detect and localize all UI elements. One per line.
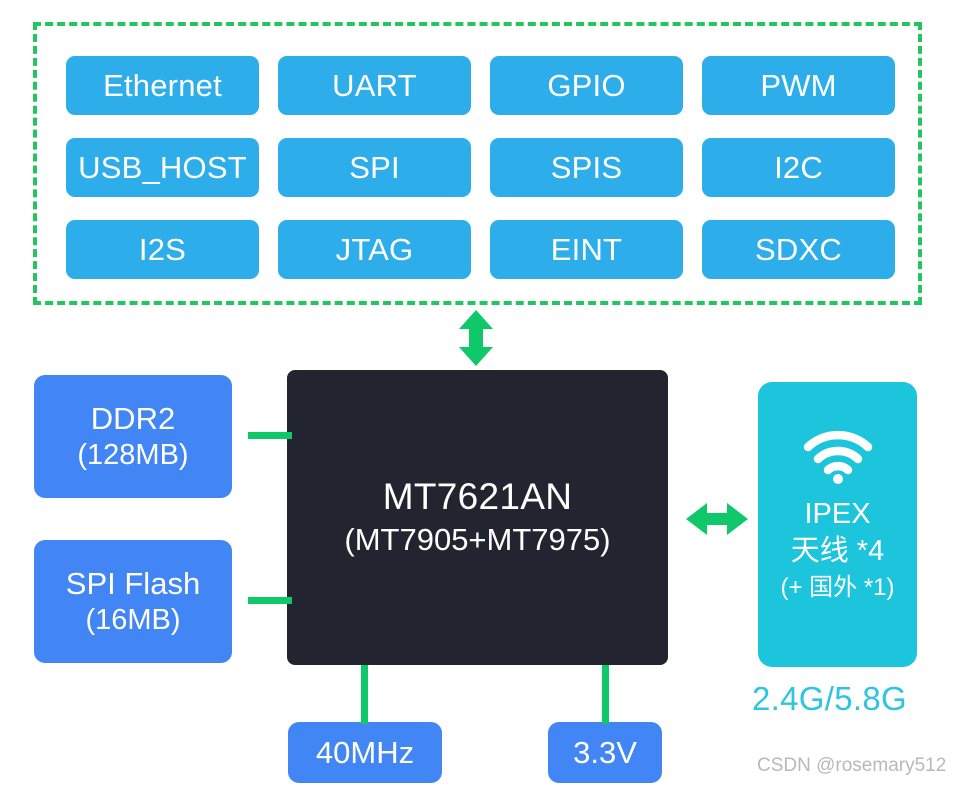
peripheral-label: EINT: [550, 231, 623, 267]
ddr2-block[interactable]: DDR2 (128MB): [34, 375, 232, 498]
peripheral-spis[interactable]: SPIS: [490, 138, 683, 197]
peripheral-label: PWM: [760, 67, 837, 103]
wifi-band-label: 2.4G/5.8G: [752, 680, 907, 717]
peripheral-gpio[interactable]: GPIO: [490, 56, 683, 115]
ddr2-name: DDR2: [90, 400, 176, 436]
connector-spi-flash-to-soc: [248, 597, 292, 604]
clock-value: 40MHz: [315, 734, 415, 770]
peripheral-uart[interactable]: UART: [278, 56, 471, 115]
peripheral-label: SPIS: [550, 149, 623, 185]
peripheral-i2c[interactable]: I2C: [702, 138, 895, 197]
ipex-antenna-note: (+ 国外 *1): [780, 574, 895, 602]
ipex-title: IPEX: [804, 498, 871, 530]
peripheral-grid: Ethernet UART GPIO PWM USB_HOST SPI SPIS…: [66, 56, 897, 279]
spi-flash-size: (16MB): [85, 603, 181, 636]
peripheral-label: SPI: [349, 149, 400, 185]
connector-soc-to-voltage: [602, 665, 609, 724]
watermark: CSDN @rosemary512: [757, 755, 947, 776]
bidirectional-vertical-arrow-icon: [459, 310, 493, 366]
wifi-icon: [803, 430, 872, 484]
peripheral-spi[interactable]: SPI: [278, 138, 471, 197]
peripheral-group: Ethernet UART GPIO PWM USB_HOST SPI SPIS…: [33, 22, 922, 305]
connector-ddr2-to-soc: [248, 432, 292, 439]
peripheral-pwm[interactable]: PWM: [702, 56, 895, 115]
peripheral-ethernet[interactable]: Ethernet: [66, 56, 259, 115]
peripheral-label: USB_HOST: [78, 149, 247, 185]
peripheral-label: I2S: [138, 231, 187, 267]
peripheral-label: Ethernet: [103, 67, 222, 103]
spi-flash-block[interactable]: SPI Flash (16MB): [34, 540, 232, 663]
bidirectional-horizontal-arrow-icon: [686, 503, 748, 535]
connector-soc-to-clock: [361, 665, 368, 724]
peripheral-label: I2C: [774, 149, 823, 185]
clock-block[interactable]: 40MHz: [288, 722, 442, 783]
peripheral-label: GPIO: [547, 67, 626, 103]
peripheral-jtag[interactable]: JTAG: [278, 220, 471, 279]
block-diagram-canvas: Ethernet UART GPIO PWM USB_HOST SPI SPIS…: [0, 0, 966, 789]
soc-name: MT7621AN: [382, 476, 573, 518]
peripheral-label: JTAG: [335, 231, 414, 267]
ipex-antenna-block[interactable]: IPEX 天线 *4 (+ 国外 *1): [758, 382, 917, 667]
voltage-value: 3.3V: [573, 734, 637, 770]
voltage-block[interactable]: 3.3V: [548, 722, 662, 783]
soc-block[interactable]: MT7621AN (MT7905+MT7975): [287, 370, 668, 665]
ipex-antenna-count: 天线 *4: [790, 535, 885, 568]
spi-flash-name: SPI Flash: [65, 565, 201, 601]
soc-submodules: (MT7905+MT7975): [344, 521, 611, 557]
peripheral-label: UART: [332, 67, 417, 103]
peripheral-usb-host[interactable]: USB_HOST: [66, 138, 259, 197]
peripheral-i2s[interactable]: I2S: [66, 220, 259, 279]
peripheral-eint[interactable]: EINT: [490, 220, 683, 279]
peripheral-label: SDXC: [755, 231, 842, 267]
ddr2-size: (128MB): [77, 438, 189, 471]
peripheral-sdxc[interactable]: SDXC: [702, 220, 895, 279]
